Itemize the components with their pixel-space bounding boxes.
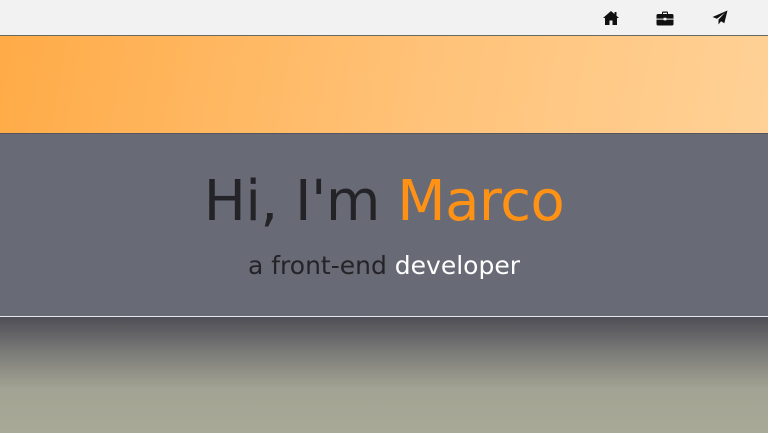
nav-home-button[interactable] xyxy=(601,8,621,28)
top-nav-bar xyxy=(0,0,768,35)
paper-plane-icon xyxy=(712,10,728,26)
page: Hi, I'm Marco a front-end developer xyxy=(0,0,768,433)
home-icon xyxy=(602,10,620,26)
hero-heading: Hi, I'm Marco xyxy=(0,168,768,236)
orange-banner xyxy=(0,35,768,134)
hero-section: Hi, I'm Marco a front-end developer xyxy=(0,134,768,317)
hero-name: Marco xyxy=(397,169,565,234)
hero-subtitle: a front-end developer xyxy=(0,250,768,282)
hero-role-prefix: a front-end xyxy=(247,251,395,280)
hero-greeting: Hi, I'm xyxy=(203,169,398,234)
briefcase-icon xyxy=(656,11,674,26)
nav-contact-button[interactable] xyxy=(710,8,730,28)
bottom-gradient-area xyxy=(0,317,768,433)
nav-work-button[interactable] xyxy=(655,8,675,28)
hero-role: developer xyxy=(394,251,520,280)
